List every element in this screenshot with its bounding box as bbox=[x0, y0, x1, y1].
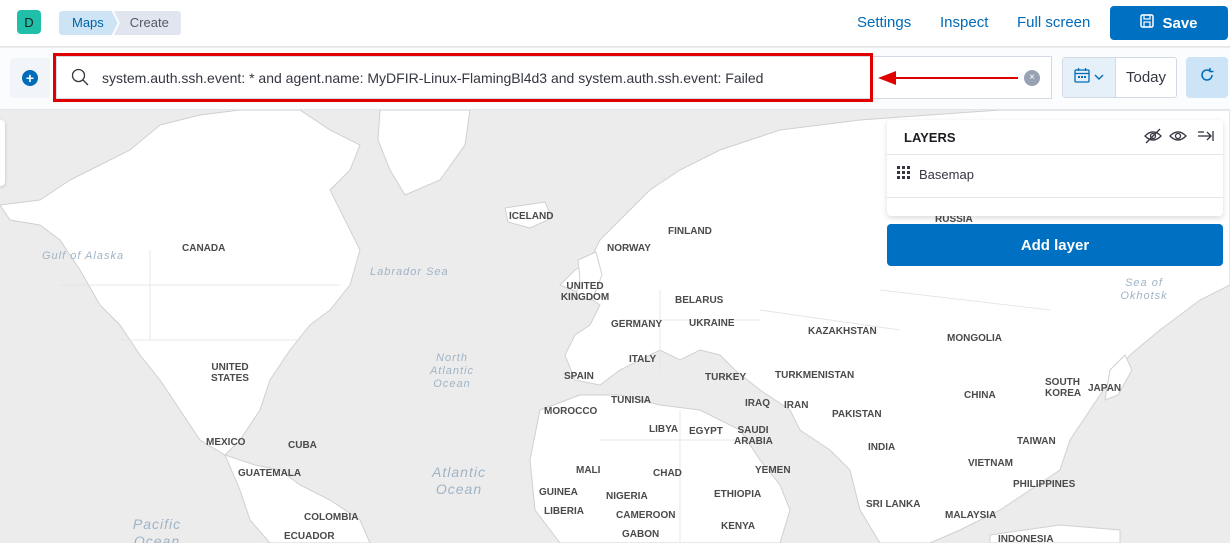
collapse-panel-icon[interactable] bbox=[1197, 128, 1215, 149]
sea-label: Gulf of Alaska bbox=[42, 250, 125, 262]
country-label: NORWAY bbox=[607, 243, 651, 254]
breadcrumb-create: Create bbox=[113, 11, 181, 35]
sea-label: Pacific Ocean bbox=[132, 516, 182, 543]
country-label: IRAQ bbox=[745, 398, 770, 409]
chevron-down-icon bbox=[1094, 69, 1104, 87]
country-label: NIGERIA bbox=[606, 491, 648, 502]
country-label: TUNISIA bbox=[611, 395, 651, 406]
country-label: MALI bbox=[576, 465, 601, 476]
layer-name: Basemap bbox=[919, 167, 974, 182]
country-label: CHAD bbox=[653, 468, 682, 479]
sea-label: Sea of Okhotsk bbox=[1120, 277, 1168, 302]
map-side-tab[interactable] bbox=[0, 120, 5, 186]
country-label: CAMEROON bbox=[616, 510, 676, 521]
full-screen-link[interactable]: Full screen bbox=[1017, 14, 1090, 31]
country-label: UNITED STATES bbox=[211, 362, 249, 384]
space-avatar[interactable]: D bbox=[17, 10, 41, 34]
country-label: INDONESIA bbox=[998, 534, 1054, 543]
country-label: TAIWAN bbox=[1017, 436, 1056, 447]
country-label: SRI LANKA bbox=[866, 499, 921, 510]
country-label: UNITED KINGDOM bbox=[560, 281, 610, 303]
country-label: GERMANY bbox=[611, 319, 663, 330]
country-label: SOUTH KOREA bbox=[1045, 377, 1082, 399]
country-label: ECUADOR bbox=[284, 531, 335, 542]
country-label: MEXICO bbox=[206, 437, 246, 448]
refresh-button[interactable] bbox=[1186, 57, 1228, 98]
date-value: Today bbox=[1126, 69, 1167, 86]
country-label: INDIA bbox=[868, 442, 896, 453]
country-label: TURKEY bbox=[705, 372, 747, 383]
divider bbox=[887, 197, 1223, 198]
country-label: SAUDI ARABIA bbox=[734, 425, 773, 447]
country-label: LIBERIA bbox=[544, 506, 584, 517]
country-label: ETHIOPIA bbox=[714, 489, 762, 500]
sea-label: North Atlantic Ocean bbox=[429, 352, 475, 390]
calendar-icon bbox=[1074, 67, 1090, 88]
country-label: CANADA bbox=[182, 243, 226, 254]
quick-menu-button[interactable] bbox=[1063, 58, 1116, 97]
country-label: KENYA bbox=[721, 521, 756, 532]
country-label: VIETNAM bbox=[968, 458, 1013, 469]
divider bbox=[887, 154, 1223, 155]
plus-icon: + bbox=[22, 70, 38, 86]
layers-panel: LAYERS Basemap bbox=[887, 120, 1223, 216]
country-label: UKRAINE bbox=[689, 318, 735, 329]
country-label: IRAN bbox=[784, 400, 809, 411]
country-label: PAKISTAN bbox=[832, 409, 882, 420]
country-label: YEMEN bbox=[755, 465, 791, 476]
country-label: FINLAND bbox=[668, 226, 712, 237]
country-label: GABON bbox=[622, 529, 660, 540]
clear-query-icon[interactable]: × bbox=[1024, 70, 1040, 86]
refresh-icon bbox=[1199, 67, 1215, 88]
country-label: GUATEMALA bbox=[238, 468, 302, 479]
add-filter-button[interactable]: + bbox=[10, 58, 50, 98]
hide-all-layers-icon[interactable] bbox=[1144, 128, 1162, 149]
country-label: LIBYA bbox=[649, 424, 679, 435]
country-label: CUBA bbox=[288, 440, 317, 451]
settings-link[interactable]: Settings bbox=[857, 14, 911, 31]
country-label: JAPAN bbox=[1088, 383, 1122, 394]
sea-label: Atlantic Ocean bbox=[432, 464, 486, 497]
annotation-highlight-box bbox=[53, 53, 873, 102]
layer-item-basemap[interactable]: Basemap bbox=[897, 166, 974, 183]
country-label: TURKMENISTAN bbox=[775, 370, 855, 381]
annotation-arrow-icon bbox=[878, 66, 1018, 95]
top-nav-bar: D Maps Create Settings Inspect Full scre… bbox=[0, 0, 1230, 47]
country-label: CHINA bbox=[964, 390, 996, 401]
breadcrumb-maps[interactable]: Maps bbox=[59, 11, 118, 35]
add-layer-button[interactable]: Add layer bbox=[887, 224, 1223, 266]
breadcrumb: Maps Create bbox=[59, 11, 181, 35]
layers-title: LAYERS bbox=[904, 130, 956, 145]
sea-label: Labrador Sea bbox=[370, 266, 449, 278]
country-label: ITALY bbox=[629, 354, 657, 365]
save-label: Save bbox=[1162, 14, 1198, 32]
country-label: COLOMBIA bbox=[304, 512, 359, 523]
country-label: EGYPT bbox=[689, 426, 723, 437]
inspect-link[interactable]: Inspect bbox=[940, 14, 988, 31]
show-all-layers-icon[interactable] bbox=[1169, 128, 1187, 149]
save-icon bbox=[1140, 14, 1155, 32]
country-label: BELARUS bbox=[675, 295, 724, 306]
country-label: MONGOLIA bbox=[947, 333, 1002, 344]
country-label: ICELAND bbox=[509, 211, 554, 222]
country-label: KAZAKHSTAN bbox=[808, 326, 877, 337]
grid-icon bbox=[897, 166, 911, 183]
country-label: SPAIN bbox=[564, 371, 594, 382]
country-label: GUINEA bbox=[539, 487, 578, 498]
country-label: MOROCCO bbox=[544, 406, 598, 417]
save-button[interactable]: Save bbox=[1110, 6, 1228, 40]
date-picker[interactable]: Today bbox=[1062, 57, 1177, 98]
country-label: MALAYSIA bbox=[945, 510, 997, 521]
country-label: PHILIPPINES bbox=[1013, 479, 1076, 490]
